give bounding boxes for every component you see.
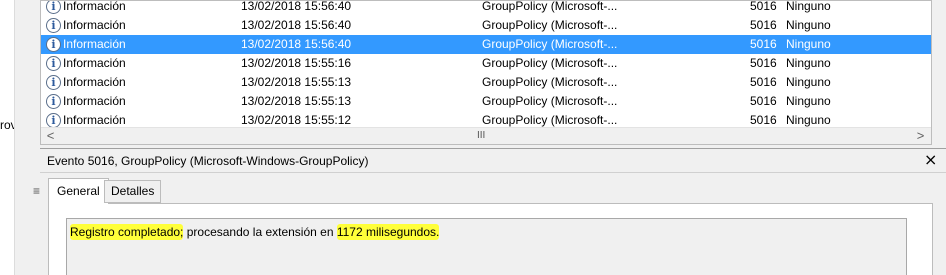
date-cell: 13/02/2018 15:55:16 [241, 56, 352, 70]
task-category-cell: Ninguno [786, 18, 831, 32]
event-detail-pane: Evento 5016, GroupPolicy (Microsoft-Wind… [40, 148, 946, 275]
tab-general[interactable]: General [48, 178, 109, 204]
close-icon[interactable]: × [924, 150, 937, 169]
event-description-text: Registro completado; procesando la exten… [70, 224, 440, 240]
table-row[interactable]: i Información 13/02/2018 15:56:40 GroupPoli… [41, 0, 931, 16]
description-middle: procesando la extensión en [183, 225, 337, 239]
tab-detalles[interactable]: Detalles [104, 180, 162, 203]
level-cell: Información [63, 56, 126, 70]
source-cell: GroupPolicy (Microsoft-... [482, 37, 618, 51]
table-row[interactable]: i Información 13/02/2018 15:55:13 GroupPoli… [41, 73, 931, 92]
info-icon: i [46, 94, 61, 109]
pane-grip-icon[interactable]: ≡ [33, 184, 40, 198]
info-icon: i [46, 56, 61, 71]
source-cell: GroupPolicy (Microsoft-... [482, 94, 618, 108]
info-icon: i [46, 75, 61, 90]
level-cell: Información [63, 0, 126, 13]
event-id-cell: 5016 [750, 0, 777, 13]
info-icon: i [46, 1, 61, 14]
table-row[interactable]: i Información 13/02/2018 15:55:16 GroupPoli… [41, 54, 931, 73]
level-cell: Información [63, 37, 126, 51]
date-cell: 13/02/2018 15:56:40 [241, 37, 352, 51]
table-row[interactable]: i Información 13/02/2018 15:56:40 GroupPoli… [41, 35, 931, 54]
event-id-cell: 5016 [750, 18, 777, 32]
date-cell: 13/02/2018 15:56:40 [241, 0, 352, 13]
date-cell: 13/02/2018 15:55:13 [241, 75, 352, 89]
detail-header: Evento 5016, GroupPolicy (Microsoft-Wind… [40, 149, 946, 173]
task-category-cell: Ninguno [786, 56, 831, 70]
info-icon: i [46, 113, 61, 128]
task-category-cell: Ninguno [786, 0, 831, 13]
event-id-cell: 5016 [750, 94, 777, 108]
level-cell: Información [63, 18, 126, 32]
info-icon: i [46, 18, 61, 33]
date-cell: 13/02/2018 15:56:40 [241, 18, 352, 32]
event-id-cell: 5016 [750, 75, 777, 89]
table-row[interactable]: i Información 13/02/2018 15:55:13 GroupPoli… [41, 92, 931, 111]
task-category-cell: Ninguno [786, 75, 831, 89]
source-cell: GroupPolicy (Microsoft-... [482, 56, 618, 70]
event-list: i Información 13/02/2018 15:56:40 GroupPoli… [40, 0, 932, 145]
info-icon: i [46, 37, 61, 52]
detail-title: Evento 5016, GroupPolicy (Microsoft-Wind… [47, 154, 369, 168]
horizontal-scrollbar[interactable]: < III > [41, 127, 931, 144]
navigation-pane-edge: rov ≡ [0, 0, 40, 275]
source-cell: GroupPolicy (Microsoft-... [482, 0, 618, 13]
source-cell: GroupPolicy (Microsoft-... [482, 18, 618, 32]
level-cell: Información [63, 75, 126, 89]
date-cell: 13/02/2018 15:55:13 [241, 94, 352, 108]
event-id-cell: 5016 [750, 56, 777, 70]
table-row[interactable]: i Información 13/02/2018 15:56:40 GroupPoli… [41, 16, 931, 35]
collapsed-side-rail: ≡ [14, 0, 40, 275]
scroll-left-icon[interactable]: < [42, 128, 59, 144]
highlighted-duration: 1172 milisegundos. [336, 224, 440, 240]
general-tab-panel: Registro completado; procesando la exten… [48, 203, 933, 275]
task-category-cell: Ninguno [786, 37, 831, 51]
task-category-cell: Ninguno [786, 94, 831, 108]
event-id-cell: 5016 [750, 37, 777, 51]
level-cell: Información [63, 94, 126, 108]
event-description: Registro completado; procesando la exten… [66, 218, 907, 275]
scroll-right-icon[interactable]: > [912, 128, 929, 144]
source-cell: GroupPolicy (Microsoft-... [482, 75, 618, 89]
highlighted-phrase: Registro completado; [70, 224, 184, 240]
scroll-thumb-grip-icon[interactable]: III [477, 128, 485, 144]
